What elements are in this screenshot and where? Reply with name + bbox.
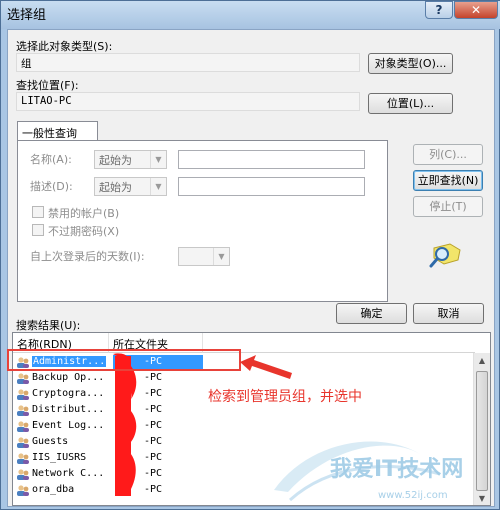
group-icon xyxy=(17,373,29,384)
description-input[interactable] xyxy=(178,177,365,196)
watermark-logo: 我爱IT技术网 www.52ij.com xyxy=(274,441,463,502)
disabled-accounts-checkbox[interactable] xyxy=(32,206,44,218)
days-since-logon-select[interactable]: ▼ xyxy=(178,247,230,266)
cancel-button[interactable]: 取消 xyxy=(413,303,484,324)
group-icon xyxy=(17,405,29,416)
locations-button[interactable]: 位置(L)... xyxy=(368,93,453,114)
disabled-accounts-label: 禁用的帐户(B) xyxy=(48,207,120,220)
list-item-name: ora_dba xyxy=(32,484,75,495)
title-bar[interactable]: 选择组 ? ✕ xyxy=(1,1,500,29)
list-item-name: Cryptogra... xyxy=(32,388,105,399)
search-results-label: 搜索结果(U): xyxy=(16,319,81,332)
name-input[interactable] xyxy=(178,150,365,169)
group-icon xyxy=(17,469,29,480)
group-icon xyxy=(17,389,29,400)
location-label: 查找位置(F): xyxy=(16,79,79,92)
list-item-folder: -PC xyxy=(144,372,163,383)
object-types-button[interactable]: 对象类型(O)... xyxy=(368,53,453,74)
list-item-folder: -PC xyxy=(144,420,163,431)
description-mode-select[interactable]: 起始为 ▼ xyxy=(94,177,167,196)
annotation-text: 检索到管理员组，并选中 xyxy=(208,389,362,405)
window-title: 选择组 xyxy=(7,8,47,23)
description-mode-value: 起始为 xyxy=(99,181,132,194)
list-item-folder: -PC xyxy=(144,404,163,415)
watermark-url: www.52ij.com xyxy=(378,490,448,501)
ok-button[interactable]: 确定 xyxy=(336,303,407,324)
non-expiring-password-checkbox[interactable] xyxy=(32,224,44,236)
list-item-name: Backup Op... xyxy=(32,372,105,383)
chevron-down-icon: ▼ xyxy=(213,248,229,265)
scroll-up-icon[interactable]: ▲ xyxy=(474,353,490,369)
columns-button[interactable]: 列(C)... xyxy=(413,144,483,165)
search-icon xyxy=(429,243,461,268)
arrow-icon xyxy=(240,355,292,379)
name-label: 名称(A): xyxy=(30,153,72,166)
name-mode-select[interactable]: 起始为 ▼ xyxy=(94,150,167,169)
group-icon xyxy=(17,437,29,448)
tab-common-queries[interactable]: 一般性查询 xyxy=(17,121,98,141)
watermark-title: 我爱IT技术网 xyxy=(330,457,463,482)
list-item-name: Distribut... xyxy=(32,404,105,415)
list-item-name: Network C... xyxy=(32,468,105,479)
list-item-name: IIS_IUSRS xyxy=(32,452,87,463)
list-item-name: Guests xyxy=(32,436,69,447)
group-icon xyxy=(17,453,29,464)
list-item-folder: -PC xyxy=(144,388,163,399)
list-item-folder: -PC xyxy=(144,484,163,495)
group-icon xyxy=(17,485,29,496)
group-icon xyxy=(17,421,29,432)
name-mode-value: 起始为 xyxy=(99,154,132,167)
close-button[interactable]: ✕ xyxy=(454,1,498,19)
location-field: LITAO-PC xyxy=(16,92,360,111)
help-button[interactable]: ? xyxy=(425,1,453,19)
list-item-folder: -PC xyxy=(144,436,163,447)
chevron-down-icon: ▼ xyxy=(150,178,166,195)
list-item-folder: -PC xyxy=(144,468,163,479)
days-since-logon-label: 自上次登录后的天数(I): xyxy=(30,250,145,263)
stop-button[interactable]: 停止(T) xyxy=(413,196,483,217)
common-queries-panel: 名称(A): 起始为 ▼ 描述(D): 起始为 ▼ 禁用的帐户(B) 不过期密码… xyxy=(17,140,388,302)
non-expiring-password-label: 不过期密码(X) xyxy=(48,225,120,238)
chevron-down-icon: ▼ xyxy=(150,151,166,168)
column-header-empty xyxy=(203,333,475,353)
object-type-label: 选择此对象类型(S): xyxy=(16,40,113,53)
object-type-field: 组 xyxy=(16,53,360,72)
list-item-name: Event Log... xyxy=(32,420,105,431)
find-now-button[interactable]: 立即查找(N) xyxy=(413,170,483,191)
highlight-box xyxy=(7,349,241,371)
description-label: 描述(D): xyxy=(30,180,73,193)
list-item-folder: -PC xyxy=(144,452,163,463)
